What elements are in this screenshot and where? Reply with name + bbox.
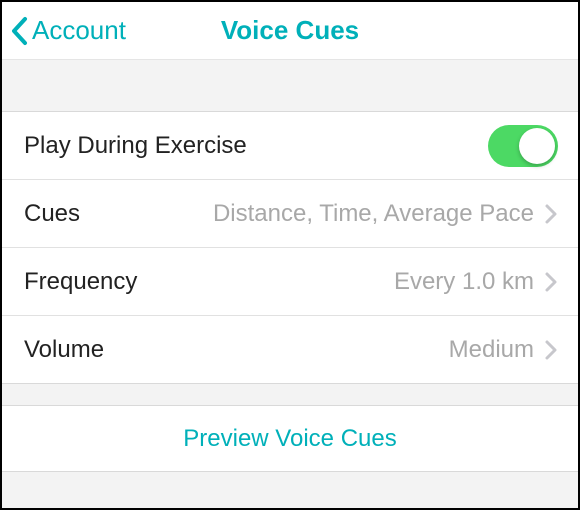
- row-value: Every 1.0 km: [394, 268, 534, 296]
- row-label: Frequency: [24, 268, 137, 296]
- row-label: Play During Exercise: [24, 132, 247, 160]
- nav-bar: Account Voice Cues: [2, 2, 578, 60]
- row-label: Volume: [24, 336, 104, 364]
- section-spacer: [2, 60, 578, 112]
- play-during-exercise-toggle[interactable]: [488, 125, 558, 167]
- row-cues[interactable]: Cues Distance, Time, Average Pace: [2, 180, 578, 248]
- chevron-right-icon: [544, 203, 558, 225]
- section-spacer: [2, 384, 578, 406]
- row-volume[interactable]: Volume Medium: [2, 316, 578, 384]
- toggle-knob: [519, 128, 555, 164]
- row-frequency[interactable]: Frequency Every 1.0 km: [2, 248, 578, 316]
- row-value: Medium: [449, 336, 534, 364]
- back-button[interactable]: Account: [2, 15, 126, 46]
- row-value: Distance, Time, Average Pace: [213, 200, 534, 228]
- settings-group: Play During Exercise Cues Distance, Time…: [2, 112, 578, 384]
- chevron-right-icon: [544, 271, 558, 293]
- row-play-during-exercise: Play During Exercise: [2, 112, 578, 180]
- chevron-right-icon: [544, 339, 558, 361]
- back-button-label: Account: [32, 15, 126, 46]
- row-label: Cues: [24, 200, 80, 228]
- section-spacer: [2, 472, 578, 508]
- preview-voice-cues-button[interactable]: Preview Voice Cues: [2, 406, 578, 472]
- preview-label: Preview Voice Cues: [183, 425, 396, 453]
- chevron-left-icon: [10, 16, 30, 46]
